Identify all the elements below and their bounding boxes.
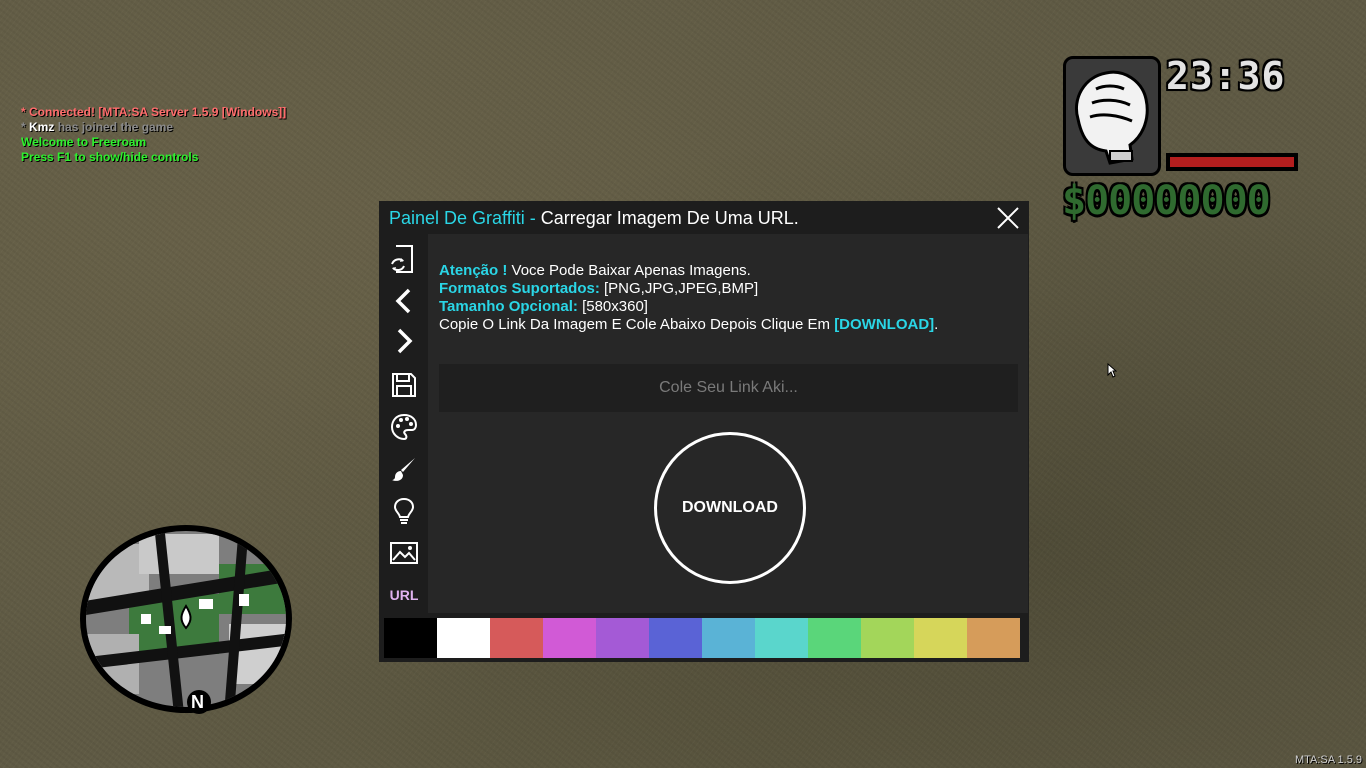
instruction-text: Copie O Link Da Imagem E Cole Abaixo Dep… [439,316,835,333]
panel-sidebar: URL [379,234,428,613]
color-swatch-9[interactable] [861,618,914,658]
info-text: Atenção ! Voce Pode Baixar Apenas Imagen… [439,262,938,334]
info-line-formats: Formatos Suportados: [PNG,JPG,JPEG,BMP] [439,280,938,298]
previous-button[interactable] [389,286,419,316]
color-swatch-7[interactable] [755,618,808,658]
instruction-download-label: [DOWNLOAD] [834,316,935,333]
color-swatch-10[interactable] [914,618,967,658]
save-button[interactable] [389,370,419,400]
info-line-size: Tamanho Opcional: [580x360] [439,298,938,316]
link-input[interactable] [439,364,1018,412]
image-icon [390,542,418,564]
download-label: DOWNLOAD [682,499,778,516]
formats-text: [PNG,JPG,JPEG,BMP] [599,280,759,297]
color-palette-button[interactable] [389,412,419,442]
size-label: Tamanho Opcional: [439,298,578,315]
size-text: [580x360] [577,298,648,315]
close-icon [997,207,1019,229]
image-button[interactable] [389,538,419,568]
url-tab[interactable]: URL [383,587,425,603]
radar-minimap: N [79,524,293,714]
lightbulb-icon [393,497,415,524]
attention-text: Voce Pode Baixar Apenas Imagens. [507,262,751,279]
color-swatch-0[interactable] [384,618,437,658]
version-label: MTA:SA 1.5.9 [1294,754,1362,766]
brush-button[interactable] [389,454,419,484]
color-swatch-5[interactable] [649,618,702,658]
chat-line-help: Press F1 to show/hide controls [21,150,199,164]
chat-line-welcome: Welcome to Freeroam [21,135,147,149]
health-bar-fill [1170,157,1294,167]
color-swatch-4[interactable] [596,618,649,658]
weapon-slot [1063,56,1161,176]
reload-page-button[interactable] [389,244,419,274]
color-swatch-2[interactable] [490,618,543,658]
health-bar [1166,153,1298,171]
color-palette [384,618,1020,658]
brush-icon [392,458,415,481]
color-swatch-8[interactable] [808,618,861,658]
next-button[interactable] [389,326,419,356]
panel-title-text: Carregar Imagem De Uma URL. [540,208,799,228]
panel-title-accent: Painel De Graffiti - [389,208,541,228]
formats-label: Formatos Suportados: [439,280,600,297]
fist-icon [1075,70,1149,165]
color-swatch-6[interactable] [702,618,755,658]
color-swatch-3[interactable] [543,618,596,658]
close-button[interactable] [995,205,1021,231]
palette-icon [390,413,418,441]
chevron-left-icon [395,288,411,314]
instruction-end: . [934,316,939,333]
hud-clock: 23:36 [1166,54,1286,98]
chevron-right-icon [397,328,413,354]
chat-player-name: Kmz [29,120,55,134]
attention-label: Atenção ! [439,262,508,279]
chat-join-text: has joined the game [54,120,174,134]
reload-page-icon [391,245,413,273]
radar-north-label: N [191,692,204,712]
info-line-attention: Atenção ! Voce Pode Baixar Apenas Imagen… [439,262,938,280]
download-button[interactable]: DOWNLOAD [654,432,806,584]
color-swatch-1[interactable] [437,618,490,658]
chat-box: * Connected! [MTA:SA Server 1.5.9 [Windo… [21,105,286,165]
save-icon [392,373,416,397]
chat-line-connected: * Connected! [MTA:SA Server 1.5.9 [Windo… [21,105,287,119]
panel-title: Painel De Graffiti - Carregar Imagem De … [389,207,799,229]
money-display: $00000000 [1062,178,1271,224]
chat-prefix: * [21,120,30,134]
color-swatch-11[interactable] [967,618,1020,658]
mouse-cursor-icon [1107,363,1117,378]
chat-line-join: * Kmz has joined the game [21,120,286,135]
panel-header: Painel De Graffiti - Carregar Imagem De … [379,201,1029,234]
graffiti-panel: Painel De Graffiti - Carregar Imagem De … [379,201,1029,662]
panel-content: Atenção ! Voce Pode Baixar Apenas Imagen… [428,234,1028,613]
lightbulb-button[interactable] [389,496,419,526]
info-line-instruction: Copie O Link Da Imagem E Cole Abaixo Dep… [439,316,938,334]
